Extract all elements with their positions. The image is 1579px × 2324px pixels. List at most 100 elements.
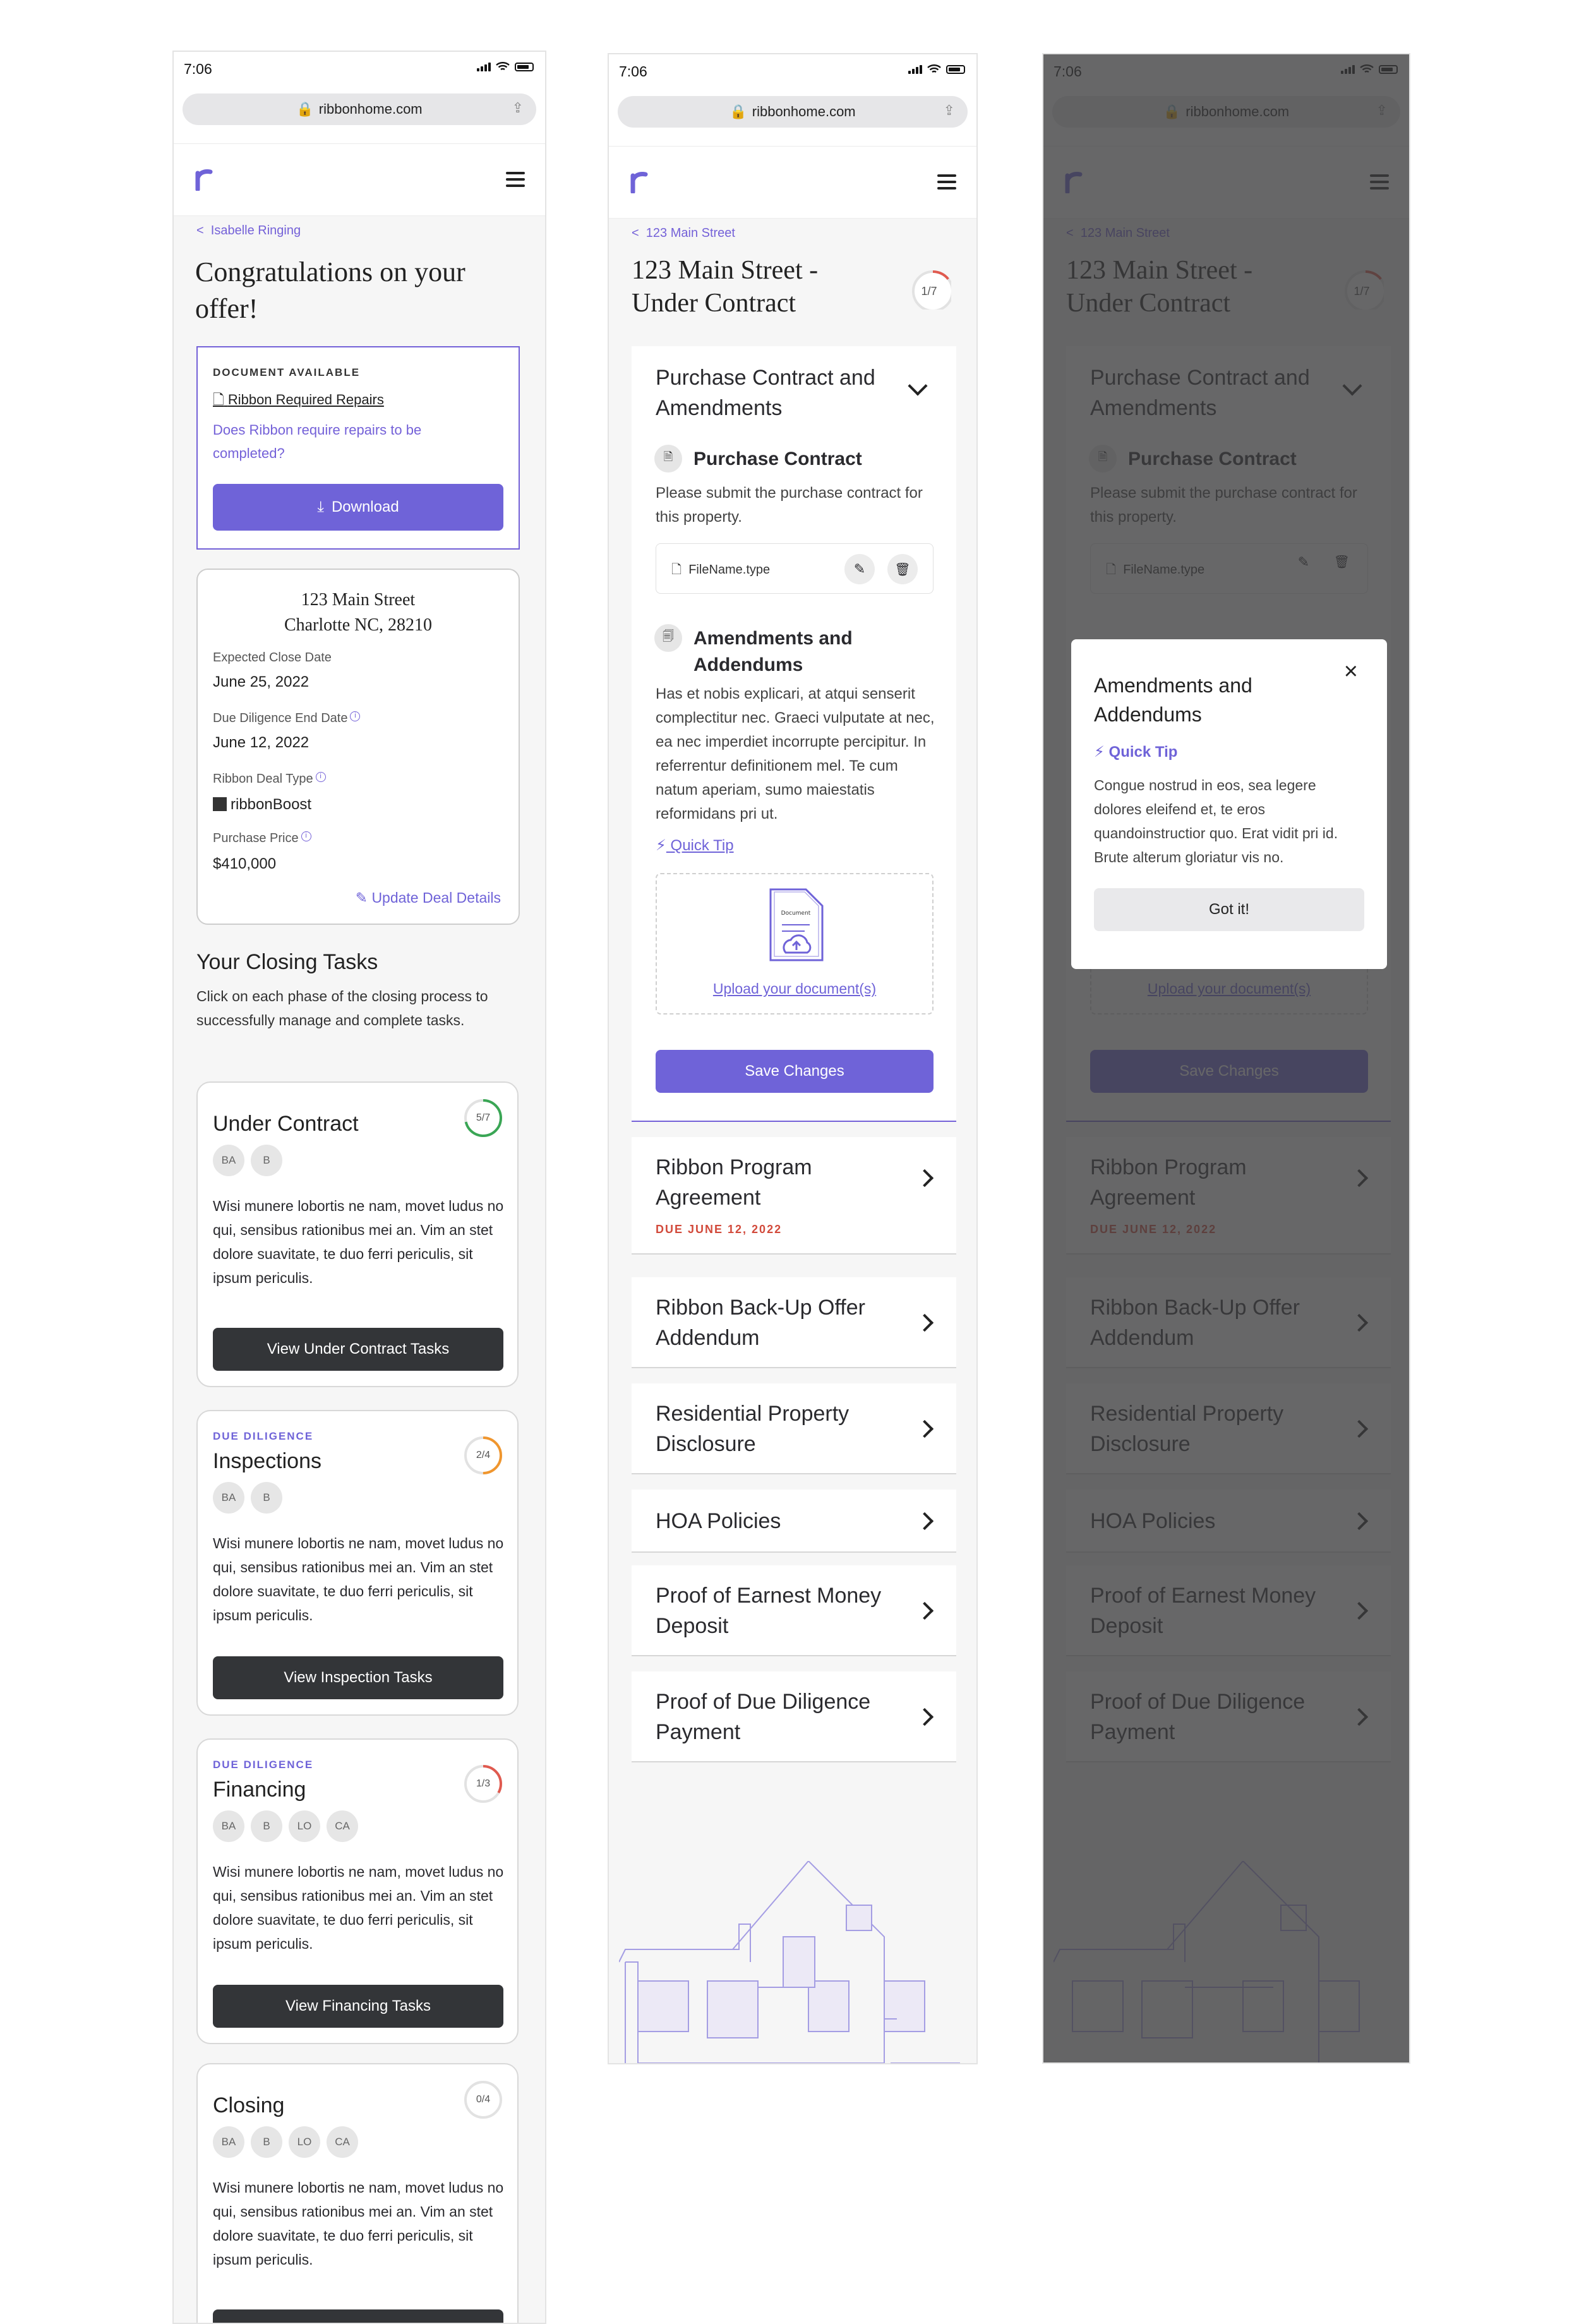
section-row[interactable]: Ribbon Program Agreement DUE JUNE 12, 202… (632, 1137, 956, 1255)
status-icons (908, 64, 965, 75)
task-progress-text: 2/4 (476, 1450, 491, 1460)
url-field[interactable]: 🔒 ribbonhome.com (618, 96, 968, 128)
chevron-right-icon[interactable] (915, 1707, 934, 1726)
assignee-badge: BA (213, 1145, 244, 1176)
url-text: ribbonhome.com (318, 101, 423, 117)
signal-icon (477, 63, 491, 71)
status-bar: 7:06 (609, 54, 976, 87)
browser-url-bar: 🔒 ribbonhome.com ⇪ (609, 87, 976, 147)
task-progress-text: 5/7 (476, 1112, 491, 1123)
deal-type-label: Ribbon Deal Type i (213, 772, 326, 786)
section-title: Ribbon Back-Up Offer Addendum (656, 1296, 865, 1350)
info-icon[interactable]: i (315, 772, 326, 782)
task-description: Wisi munere lobortis ne nam, movet ludus… (213, 1198, 504, 1286)
assignee-badge: LO (289, 2126, 320, 2158)
menu-icon[interactable] (937, 174, 956, 190)
battery-icon (946, 65, 965, 74)
chevron-down-icon[interactable] (908, 376, 928, 396)
chevron-right-icon[interactable] (915, 1601, 934, 1620)
view-tasks-button[interactable]: View Inspection Tasks (213, 1656, 503, 1699)
document-eyebrow: DOCUMENT AVAILABLE (213, 366, 361, 378)
upload-link[interactable]: Upload your document(s) (657, 980, 932, 997)
section-row[interactable]: Proof of Earnest Money Deposit (632, 1565, 956, 1656)
chevron-right-icon[interactable] (915, 1512, 934, 1531)
ribbon-logo[interactable] (629, 166, 652, 193)
deal-details-card: 123 Main Street Charlotte NC, 28210 Expec… (196, 569, 520, 925)
assignee-badge: BA (213, 1810, 244, 1842)
document-link[interactable]: 🗋 Ribbon Required Repairs (213, 389, 384, 413)
lightning-icon: ⚡ (1094, 744, 1105, 761)
ribbon-logo[interactable] (194, 163, 217, 191)
documents-icon: 🗐 (654, 624, 682, 652)
page-title: Congratulations on your offer! (195, 256, 465, 324)
file-name: 🗋 FileName.type (671, 563, 771, 577)
purchase-price-value: $410,000 (213, 855, 277, 872)
task-eyebrow: DUE DILIGENCE (213, 1430, 314, 1442)
download-button[interactable]: ⤓ Download (213, 484, 503, 531)
menu-icon[interactable] (506, 172, 525, 187)
closing-tasks-heading: Your Closing Tasks (196, 950, 378, 974)
save-changes-button[interactable]: Save Changes (656, 1050, 934, 1093)
modal-quick-tip-label: ⚡ Quick Tip (1094, 744, 1178, 761)
modal-backdrop[interactable] (1043, 54, 1409, 2062)
task-title: Under Contract (213, 1112, 359, 1136)
section-title: Residential Property Disclosure (656, 1402, 850, 1456)
uploaded-file-row: 🗋 FileName.type ✎ 🗑 (656, 543, 934, 594)
close-icon[interactable]: × (1344, 658, 1358, 685)
battery-icon (515, 63, 534, 71)
task-title: Closing (213, 2093, 285, 2117)
document-question[interactable]: Does Ribbon require repairs to be comple… (213, 418, 491, 465)
app-header (609, 147, 976, 219)
chevron-right-icon[interactable] (915, 1419, 934, 1438)
assignee-badge: BA (213, 2126, 244, 2158)
share-icon[interactable]: ⇪ (512, 100, 524, 116)
update-deal-link[interactable]: ✎ Update Deal Details (356, 889, 501, 906)
quick-tip-modal: Amendments and Addendums × ⚡ Quick Tip C… (1071, 639, 1387, 969)
got-it-button[interactable]: Got it! (1094, 888, 1364, 931)
share-icon[interactable]: ⇪ (944, 102, 955, 119)
view-tasks-button[interactable]: View Closing Tasks (213, 2309, 503, 2323)
breadcrumb[interactable]: < Isabelle Ringing (196, 224, 301, 238)
house-illustration (619, 1861, 960, 2063)
info-icon[interactable]: i (301, 831, 311, 841)
quick-tip-link[interactable]: ⚡ Quick Tip (656, 836, 734, 855)
ribbon-boost-icon (213, 797, 227, 811)
edit-icon[interactable]: ✎ (844, 554, 875, 584)
purchase-price-label: Purchase Price i (213, 831, 311, 846)
download-icon: ⤓ (317, 498, 324, 515)
view-tasks-button[interactable]: View Under Contract Tasks (213, 1328, 503, 1371)
phone-screen-under-contract: 7:06 🔒 ribbonhome.com ⇪ < 123 Main Street… (608, 53, 978, 2064)
section-row[interactable]: Proof of Due Diligence Payment (632, 1671, 956, 1762)
section-row[interactable]: HOA Policies (632, 1490, 956, 1553)
page-title: 123 Main Street - Under Contract (632, 256, 819, 318)
chevron-right-icon[interactable] (915, 1313, 934, 1332)
upload-dropzone[interactable]: Document Upload your document(s) (656, 873, 934, 1014)
assignee-badge: B (251, 1810, 282, 1842)
document-upload-label: Document (781, 910, 811, 917)
modal-body: Congue nostrud in eos, sea legere dolore… (1094, 777, 1338, 865)
chevron-right-icon[interactable] (915, 1169, 934, 1188)
trash-icon[interactable]: 🗑 (887, 554, 918, 584)
section-title: Ribbon Program Agreement (656, 1155, 812, 1210)
assignee-badge: CA (327, 1810, 358, 1842)
info-icon[interactable]: i (350, 711, 361, 721)
breadcrumb[interactable]: < 123 Main Street (632, 226, 735, 241)
assignee-badge: B (251, 1145, 282, 1176)
section-title: Proof of Due Diligence Payment (656, 1690, 871, 1744)
purchase-contract-text: Please submit the purchase contract for … (656, 485, 923, 526)
section-row[interactable]: Residential Property Disclosure (632, 1383, 956, 1474)
dd-end-date-value: June 12, 2022 (213, 734, 309, 751)
accordion-title[interactable]: Purchase Contract and Amendments (656, 363, 883, 423)
assignee-badges: BA B (213, 1145, 282, 1176)
task-card: DUE DILIGENCE Inspections 2/4 BA B Wisi muner… (196, 1410, 519, 1716)
section-row[interactable]: Ribbon Back-Up Offer Addendum (632, 1277, 956, 1368)
task-card: Under Contract 5/7 BA B Wisi munere lobortis… (196, 1081, 519, 1387)
url-field[interactable]: 🔒 ribbonhome.com (183, 93, 536, 125)
task-description: Wisi munere lobortis ne nam, movet ludus… (213, 1535, 504, 1623)
view-tasks-button[interactable]: View Financing Tasks (213, 1985, 503, 2028)
section-title: Proof of Earnest Money Deposit (656, 1584, 882, 1638)
amendments-text: Has et nobis explicari, at atqui senseri… (656, 685, 935, 822)
section-title: HOA Policies (656, 1509, 781, 1533)
dd-end-date-label: Due Diligence End Date i (213, 711, 361, 726)
task-description: Wisi munere lobortis ne nam, movet ludus… (213, 1863, 504, 1952)
